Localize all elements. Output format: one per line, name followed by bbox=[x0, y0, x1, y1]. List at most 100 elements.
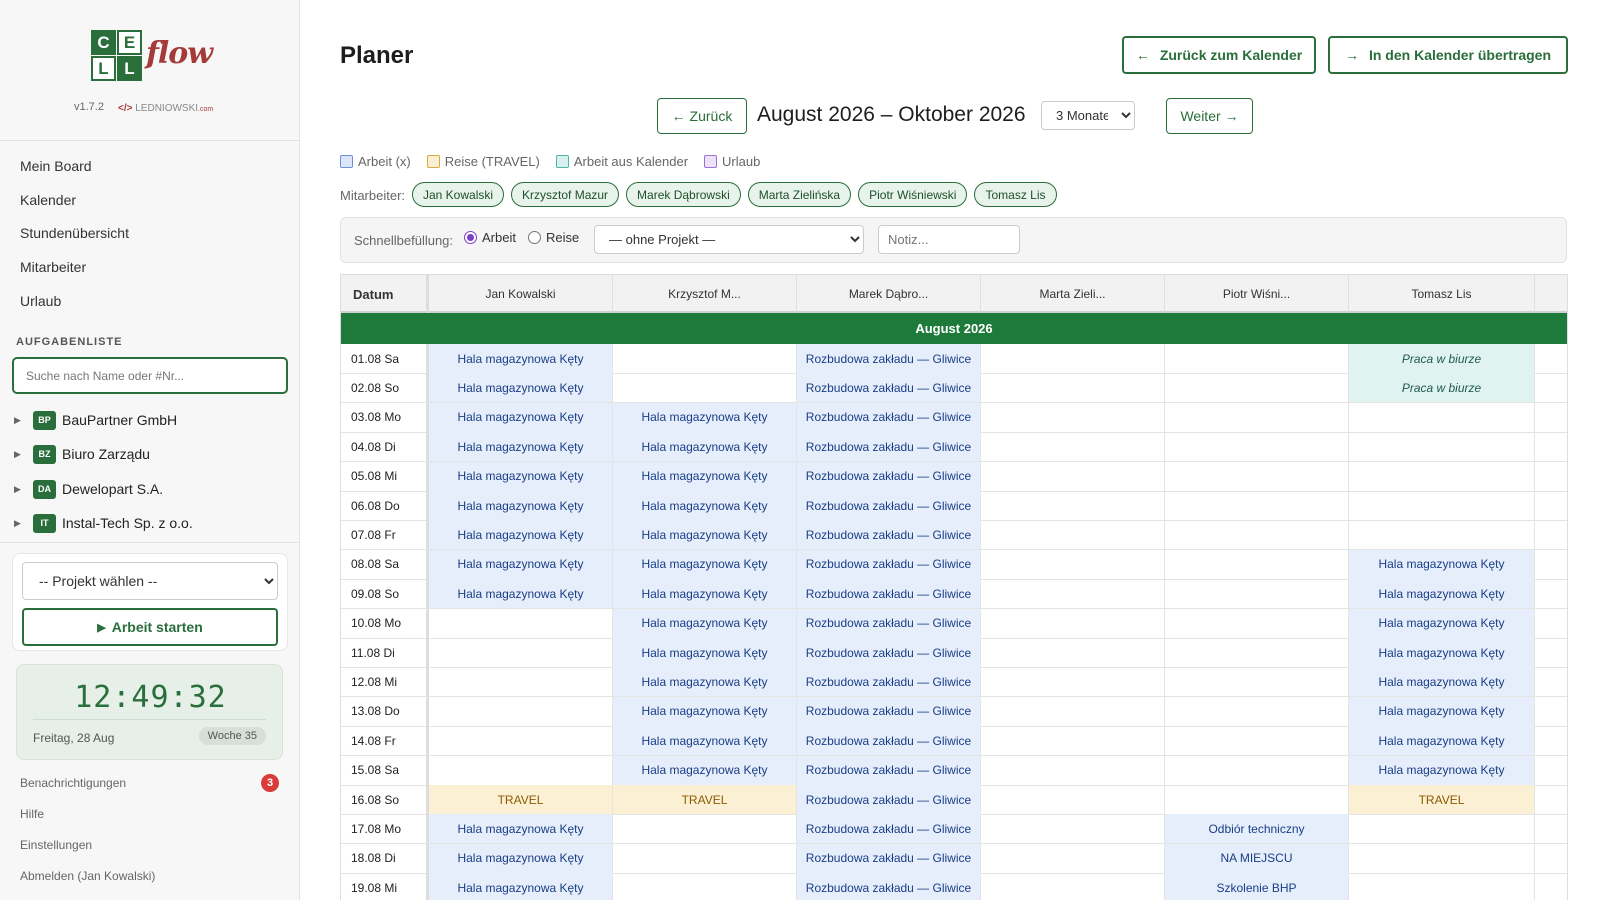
schedule-cell[interactable]: Hala magazynowa Kęty bbox=[429, 373, 613, 403]
schedule-cell[interactable]: Hala magazynowa Kęty bbox=[613, 491, 797, 520]
schedule-cell[interactable]: TRAVEL bbox=[429, 785, 613, 814]
schedule-cell[interactable]: Rozbudowa zakładu — Gliwice bbox=[797, 491, 981, 520]
schedule-cell[interactable] bbox=[1165, 638, 1349, 667]
schedule-cell[interactable]: Rozbudowa zakładu — Gliwice bbox=[797, 461, 981, 491]
project-select[interactable]: -- Projekt wählen -- bbox=[22, 562, 278, 600]
schedule-cell[interactable]: Rozbudowa zakładu — Gliwice bbox=[797, 344, 981, 373]
column-header-employee[interactable]: Krzysztof M... bbox=[613, 275, 797, 313]
schedule-cell[interactable]: Hala magazynowa Kęty bbox=[613, 608, 797, 638]
schedule-cell[interactable]: Rozbudowa zakładu — Gliwice bbox=[797, 814, 981, 844]
schedule-cell[interactable]: Praca w biurze bbox=[1349, 373, 1535, 403]
chevron-right-icon[interactable]: ▶ bbox=[14, 518, 33, 529]
column-header-employee[interactable]: Jan Kowalski bbox=[429, 275, 613, 313]
radio-travel[interactable]: Reise bbox=[528, 230, 579, 245]
schedule-cell[interactable] bbox=[981, 814, 1165, 844]
schedule-cell[interactable] bbox=[1165, 549, 1349, 579]
schedule-cell[interactable]: Hala magazynowa Kęty bbox=[429, 549, 613, 579]
transfer-to-calendar-button[interactable]: → In den Kalender übertragen bbox=[1328, 36, 1568, 74]
schedule-cell[interactable] bbox=[981, 843, 1165, 873]
schedule-cell[interactable] bbox=[1165, 755, 1349, 785]
chevron-right-icon[interactable]: ▶ bbox=[14, 449, 33, 460]
schedule-cell[interactable] bbox=[429, 726, 613, 756]
tree-item-biuro[interactable]: ▶ BZ Biuro Zarządu bbox=[14, 442, 294, 466]
schedule-cell[interactable] bbox=[429, 696, 613, 726]
schedule-cell[interactable] bbox=[981, 344, 1165, 373]
schedule-cell[interactable] bbox=[1349, 402, 1535, 432]
schedule-cell[interactable] bbox=[981, 461, 1165, 491]
schedule-cell[interactable]: Hala magazynowa Kęty bbox=[429, 491, 613, 520]
tree-item-baupartner[interactable]: ▶ BP BauPartner GmbH bbox=[14, 408, 294, 432]
schedule-cell[interactable]: Hala magazynowa Kęty bbox=[429, 873, 613, 900]
schedule-cell[interactable] bbox=[981, 520, 1165, 550]
schedule-cell[interactable]: Hala magazynowa Kęty bbox=[613, 402, 797, 432]
schedule-cell[interactable] bbox=[981, 373, 1165, 403]
schedule-cell[interactable] bbox=[981, 667, 1165, 697]
task-search-input[interactable] bbox=[12, 357, 288, 394]
schedule-cell[interactable] bbox=[1349, 873, 1535, 900]
employee-chip[interactable]: Jan Kowalski bbox=[412, 182, 505, 207]
tree-item-dewelopart[interactable]: ▶ DA Dewelopart S.A. bbox=[14, 477, 294, 501]
schedule-cell[interactable]: Hala magazynowa Kęty bbox=[613, 549, 797, 579]
schedule-cell[interactable]: Hala magazynowa Kęty bbox=[613, 520, 797, 550]
schedule-cell[interactable]: Rozbudowa zakładu — Gliwice bbox=[797, 432, 981, 462]
schedule-cell[interactable] bbox=[981, 549, 1165, 579]
employee-chip[interactable]: Tomasz Lis bbox=[974, 182, 1057, 207]
schedule-cell[interactable] bbox=[429, 638, 613, 667]
schedule-cell[interactable]: Hala magazynowa Kęty bbox=[429, 402, 613, 432]
nav-mein-board[interactable]: Mein Board bbox=[20, 158, 92, 174]
nav-urlaub[interactable]: Urlaub bbox=[20, 293, 61, 309]
schedule-cell[interactable]: Hala magazynowa Kęty bbox=[1349, 549, 1535, 579]
schedule-cell[interactable]: Rozbudowa zakładu — Gliwice bbox=[797, 667, 981, 697]
brand-credit[interactable]: </> LEDNIOWSKI.com bbox=[118, 103, 213, 114]
schedule-cell[interactable] bbox=[1349, 491, 1535, 520]
schedule-cell[interactable]: Rozbudowa zakładu — Gliwice bbox=[797, 696, 981, 726]
schedule-cell[interactable] bbox=[981, 726, 1165, 756]
nav-stundenuebersicht[interactable]: Stundenübersicht bbox=[20, 225, 129, 241]
schedule-cell[interactable] bbox=[981, 608, 1165, 638]
schedule-cell[interactable]: Hala magazynowa Kęty bbox=[429, 843, 613, 873]
schedule-cell[interactable] bbox=[613, 373, 797, 403]
schedule-cell[interactable]: Hala magazynowa Kęty bbox=[613, 579, 797, 609]
schedule-cell[interactable] bbox=[981, 491, 1165, 520]
schedule-cell[interactable]: TRAVEL bbox=[613, 785, 797, 814]
schedule-cell[interactable] bbox=[1165, 461, 1349, 491]
schedule-cell[interactable] bbox=[1165, 579, 1349, 609]
schedule-cell[interactable]: TRAVEL bbox=[1349, 785, 1535, 814]
schedule-cell[interactable] bbox=[1349, 843, 1535, 873]
employee-chip[interactable]: Marek Dąbrowski bbox=[626, 182, 741, 207]
schedule-cell[interactable] bbox=[613, 344, 797, 373]
chevron-right-icon[interactable]: ▶ bbox=[14, 484, 33, 495]
schedule-cell[interactable]: Rozbudowa zakładu — Gliwice bbox=[797, 549, 981, 579]
schedule-cell[interactable]: Hala magazynowa Kęty bbox=[613, 667, 797, 697]
schedule-cell[interactable] bbox=[1349, 461, 1535, 491]
settings-link[interactable]: Einstellungen bbox=[20, 838, 92, 852]
schedule-cell[interactable]: Rozbudowa zakładu — Gliwice bbox=[797, 638, 981, 667]
schedule-cell[interactable] bbox=[613, 873, 797, 900]
column-header-employee[interactable]: Piotr Wiśni... bbox=[1165, 275, 1349, 313]
schedule-cell[interactable] bbox=[1165, 520, 1349, 550]
schedule-cell[interactable]: Hala magazynowa Kęty bbox=[429, 814, 613, 844]
schedule-cell[interactable] bbox=[1165, 402, 1349, 432]
schedule-cell[interactable] bbox=[613, 843, 797, 873]
schedule-cell[interactable]: Rozbudowa zakładu — Gliwice bbox=[797, 755, 981, 785]
schedule-cell[interactable]: Rozbudowa zakładu — Gliwice bbox=[797, 579, 981, 609]
next-period-button[interactable]: Weiter → bbox=[1166, 98, 1253, 134]
schedule-cell[interactable]: Hala magazynowa Kęty bbox=[1349, 579, 1535, 609]
employee-chip[interactable]: Piotr Wiśniewski bbox=[858, 182, 968, 207]
schedule-cell[interactable] bbox=[429, 608, 613, 638]
schedule-cell[interactable]: Rozbudowa zakładu — Gliwice bbox=[797, 608, 981, 638]
schedule-cell[interactable] bbox=[981, 432, 1165, 462]
radio-work[interactable]: Arbeit bbox=[464, 230, 516, 245]
schedule-cell[interactable]: Hala magazynowa Kęty bbox=[1349, 726, 1535, 756]
schedule-cell[interactable] bbox=[1165, 608, 1349, 638]
employee-chip[interactable]: Krzysztof Mazur bbox=[511, 182, 620, 207]
nav-kalender[interactable]: Kalender bbox=[20, 192, 76, 208]
chevron-right-icon[interactable]: ▶ bbox=[14, 415, 33, 426]
schedule-cell[interactable]: Hala magazynowa Kęty bbox=[429, 579, 613, 609]
schedule-cell[interactable] bbox=[1349, 814, 1535, 844]
schedule-cell[interactable]: Praca w biurze bbox=[1349, 344, 1535, 373]
schedule-cell[interactable]: Hala magazynowa Kęty bbox=[613, 696, 797, 726]
schedule-cell[interactable]: Odbiór techniczny bbox=[1165, 814, 1349, 844]
schedule-cell[interactable]: Hala magazynowa Kęty bbox=[1349, 638, 1535, 667]
schedule-cell[interactable] bbox=[1165, 667, 1349, 697]
